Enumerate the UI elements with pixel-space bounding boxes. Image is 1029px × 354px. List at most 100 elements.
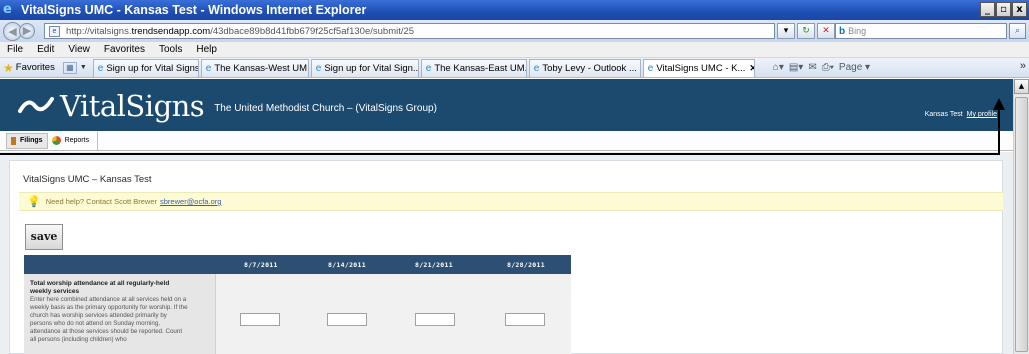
menu-view[interactable]: View bbox=[68, 44, 90, 55]
brand-name: VitalSigns bbox=[60, 89, 205, 123]
window-title: VitalSigns UMC - Kansas Test - Windows I… bbox=[21, 3, 367, 17]
date-column-header: 8/14/2011 bbox=[328, 261, 366, 269]
url-prefix: http://vitalsigns. bbox=[66, 25, 132, 37]
browser-tab-label: Sign up for Vital Sign... bbox=[324, 62, 419, 74]
browser-tab[interactable]: e Sign up for Vital Signs bbox=[92, 58, 199, 77]
lightbulb-icon: 💡 bbox=[27, 196, 41, 208]
help-banner: 💡 Need help? Contact Scott Brewer sbrewe… bbox=[19, 192, 1003, 211]
callout-line-horizontal bbox=[0, 153, 999, 155]
browser-tab-label: The Kansas-West UM... bbox=[214, 62, 309, 74]
page-icon: e bbox=[49, 25, 60, 37]
forward-button[interactable]: ▶ bbox=[19, 23, 35, 39]
tab-reports-label: Reports bbox=[64, 137, 90, 144]
grid-header bbox=[24, 255, 571, 274]
menu-tools[interactable]: Tools bbox=[159, 44, 182, 55]
menu-help[interactable]: Help bbox=[196, 44, 217, 55]
reports-icon bbox=[51, 136, 61, 145]
more-tools-icon[interactable]: » bbox=[1020, 60, 1026, 72]
print-icon[interactable]: ⎙▾ bbox=[822, 62, 834, 73]
url-host: trendsendapp.com bbox=[131, 25, 211, 37]
browser-tab-label: VitalSigns UMC - K... bbox=[656, 62, 746, 74]
browser-tab-label: Sign up for Vital Signs bbox=[106, 62, 199, 74]
attendance-input-week-2[interactable] bbox=[327, 313, 367, 326]
ie-page-icon: e bbox=[425, 62, 432, 74]
menu-edit[interactable]: Edit bbox=[37, 44, 54, 55]
internet-explorer-icon: e bbox=[3, 2, 12, 17]
minimize-button[interactable]: _ bbox=[980, 2, 995, 17]
browser-tab[interactable]: e Toby Levy - Outlook ... bbox=[528, 58, 641, 77]
attendance-input-week-4[interactable] bbox=[505, 313, 545, 326]
browser-tab[interactable]: e The Kansas-West UM... bbox=[200, 58, 309, 77]
app-tab-bar: Filings Reports bbox=[0, 131, 1013, 151]
tab-list-dropdown-icon[interactable]: ▼ bbox=[80, 64, 87, 71]
tab-divider bbox=[97, 131, 99, 150]
refresh-icon[interactable]: ↻ bbox=[797, 23, 815, 39]
browser-tab-label: The Kansas-East UM... bbox=[434, 62, 527, 74]
stop-icon[interactable]: ✕ bbox=[817, 23, 835, 39]
close-tab-icon[interactable]: ✕ bbox=[749, 63, 753, 74]
brand-subtitle: The United Methodist Church – (VitalSign… bbox=[214, 102, 437, 114]
scroll-up-icon[interactable]: ▲ bbox=[1014, 79, 1029, 94]
mail-icon[interactable]: ✉ bbox=[808, 62, 816, 73]
menu-favorites[interactable]: Favorites bbox=[104, 44, 145, 55]
search-placeholder: Bing bbox=[848, 26, 867, 36]
tab-reports[interactable]: Reports bbox=[48, 133, 94, 149]
window-title-bar: e VitalSigns UMC - Kansas Test - Windows… bbox=[0, 0, 1029, 20]
address-dropdown-icon[interactable]: ▾ bbox=[777, 23, 795, 39]
app-header: VitalSigns The United Methodist Church –… bbox=[0, 79, 1013, 131]
browser-tab-label: Toby Levy - Outlook ... bbox=[542, 62, 637, 74]
url-path: /43dbace89b8d41fbb679f25cf5af130e/submit… bbox=[210, 25, 415, 37]
user-area: Kansas Test My profile bbox=[925, 111, 997, 118]
my-profile-link[interactable]: My profile bbox=[967, 111, 997, 118]
address-field[interactable]: e http://vitalsigns. trendsendapp.com/43d… bbox=[44, 23, 775, 39]
page-menu-button[interactable]: Page ▾ bbox=[839, 62, 870, 73]
restore-button[interactable]: ▫ bbox=[996, 2, 1011, 17]
tab-filings-label: Filings bbox=[20, 137, 43, 144]
home-icon[interactable]: ⌂▾ bbox=[773, 62, 784, 73]
browser-tab-active[interactable]: e VitalSigns UMC - K... ✕ bbox=[642, 58, 755, 77]
date-column-header: 8/21/2011 bbox=[415, 261, 453, 269]
window-controls: _ ▫ x bbox=[980, 2, 1027, 17]
menu-bar: File Edit View Favorites Tools Help bbox=[0, 42, 1029, 58]
close-button[interactable]: x bbox=[1012, 2, 1027, 17]
field-title: Total worship attendance at all regularl… bbox=[30, 280, 170, 295]
browser-tab[interactable]: e The Kansas-East UM... bbox=[420, 58, 527, 77]
search-icon[interactable]: ⌕ bbox=[1009, 23, 1026, 39]
vertical-scrollbar[interactable]: ▲ bbox=[1013, 79, 1029, 354]
help-text: Need help? Contact Scott Brewer bbox=[45, 197, 158, 206]
date-column-header: 8/28/2011 bbox=[507, 261, 545, 269]
favorites-bar: ★ Favorites ▦ ▼ e Sign up for Vital Sign… bbox=[0, 58, 1029, 78]
scroll-thumb[interactable] bbox=[1015, 97, 1028, 352]
search-input[interactable]: b Bing bbox=[835, 23, 1007, 39]
callout-arrow-icon bbox=[993, 98, 1005, 110]
browser-tab[interactable]: e Sign up for Vital Sign... bbox=[310, 58, 419, 77]
ie-page-icon: e bbox=[97, 62, 104, 74]
page-menu-label: Page bbox=[838, 62, 863, 73]
ie-page-icon: e bbox=[205, 62, 212, 74]
ie-page-icon: e bbox=[647, 62, 654, 74]
favorites-button[interactable]: Favorites bbox=[16, 62, 55, 73]
quick-tabs-icon[interactable]: ▦ bbox=[62, 61, 77, 74]
field-description: Enter here combined attendance at all se… bbox=[30, 296, 188, 343]
ie-page-icon: e bbox=[315, 62, 322, 74]
help-email-link[interactable]: sbrewer@ocfa.org bbox=[160, 197, 221, 206]
date-column-header: 8/7/2011 bbox=[244, 261, 278, 269]
command-bar: ⌂▾ ▤▾ ✉ ⎙▾ Page ▾ bbox=[773, 62, 870, 73]
filings-icon bbox=[11, 136, 16, 145]
vitalsigns-logo-icon bbox=[18, 97, 54, 113]
attendance-input-week-1[interactable] bbox=[240, 313, 280, 326]
address-tools: ▾ ↻ ✕ bbox=[777, 23, 835, 39]
favorites-star-icon[interactable]: ★ bbox=[3, 61, 14, 75]
brand[interactable]: VitalSigns The United Methodist Church –… bbox=[18, 89, 437, 123]
address-toolbar: ◀ ▶ e http://vitalsigns. trendsendapp.com… bbox=[0, 20, 1029, 42]
page-title: VitalSigns UMC – Kansas Test bbox=[23, 174, 152, 185]
tab-filings[interactable]: Filings bbox=[6, 132, 48, 149]
callout-line-vertical bbox=[998, 108, 1000, 155]
ie-page-icon: e bbox=[533, 62, 540, 74]
attendance-input-week-3[interactable] bbox=[415, 313, 455, 326]
save-button[interactable]: save bbox=[25, 224, 63, 250]
bing-icon: b bbox=[839, 25, 846, 37]
user-name: Kansas Test bbox=[924, 111, 963, 118]
menu-file[interactable]: File bbox=[7, 44, 23, 55]
feeds-icon[interactable]: ▤▾ bbox=[789, 62, 803, 73]
